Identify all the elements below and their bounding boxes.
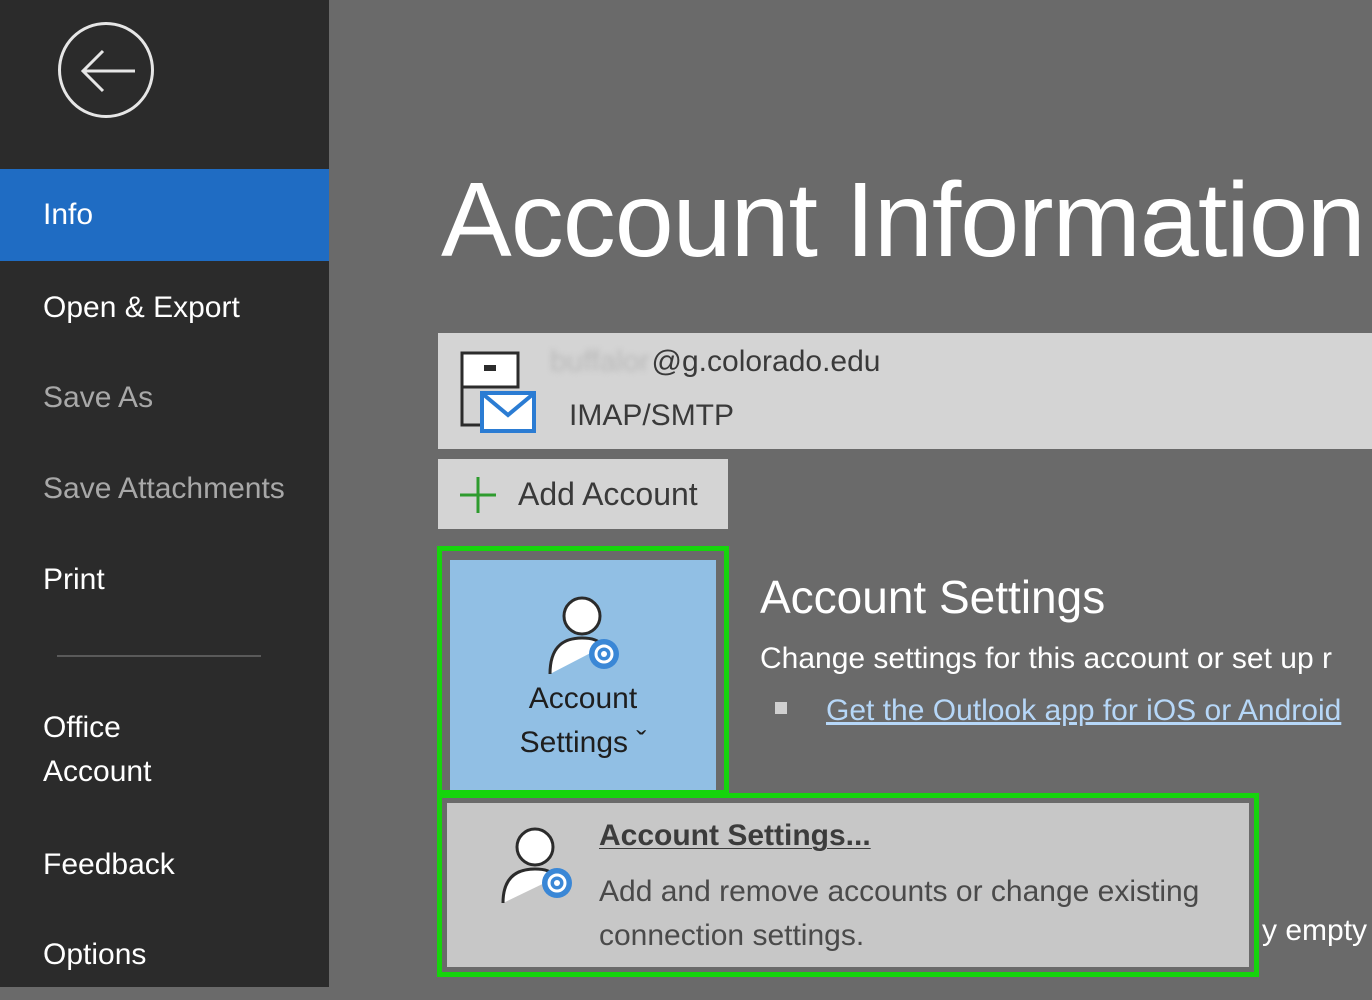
page-title: Account Information xyxy=(441,161,1366,279)
account-settings-menu-item[interactable]: Account Settings... Add and remove accou… xyxy=(447,803,1249,967)
plus-icon xyxy=(460,477,496,513)
nav-item-info[interactable]: Info xyxy=(0,169,329,261)
account-email: buffalor@g.colorado.edu xyxy=(550,345,881,378)
account-type: IMAP/SMTP xyxy=(569,399,735,432)
account-settings-icon xyxy=(501,827,572,904)
account-selector[interactable]: buffalor@g.colorado.edu IMAP/SMTP xyxy=(438,333,1372,449)
partial-text: y empty xyxy=(1262,914,1368,947)
add-account-button[interactable]: Add Account xyxy=(438,459,728,529)
nav-item-feedback[interactable]: Feedback xyxy=(0,820,329,910)
section-description: Change settings for this account or set … xyxy=(760,642,1332,675)
account-settings-button-label: Account Settings ˇ xyxy=(519,682,647,759)
account-settings-icon xyxy=(548,596,619,675)
bullet-icon xyxy=(775,702,787,714)
back-button[interactable] xyxy=(58,22,154,118)
add-account-label: Add Account xyxy=(518,476,698,512)
nav-item-save-attachments[interactable]: Save Attachments xyxy=(0,444,329,534)
nav-divider xyxy=(57,655,261,657)
account-settings-button[interactable]: Account Settings ˇ xyxy=(450,560,716,790)
nav-item-open-export[interactable]: Open & Export xyxy=(0,263,329,353)
menu-item-title: Account Settings... xyxy=(599,819,871,852)
outlook-app-link[interactable]: Get the Outlook app for iOS or Android xyxy=(826,694,1341,728)
nav-item-save-as[interactable]: Save As xyxy=(0,353,329,443)
section-title: Account Settings xyxy=(760,571,1106,623)
back-arrow-icon xyxy=(80,49,135,93)
backstage-sidebar: Info Open & Export Save As Save Attachme… xyxy=(0,0,329,987)
menu-item-description: Add and remove accounts or change existi… xyxy=(599,875,1200,952)
mail-account-icon xyxy=(460,351,536,433)
nav-item-print[interactable]: Print xyxy=(0,535,329,625)
nav-item-office-account[interactable]: Office Account xyxy=(0,706,329,802)
